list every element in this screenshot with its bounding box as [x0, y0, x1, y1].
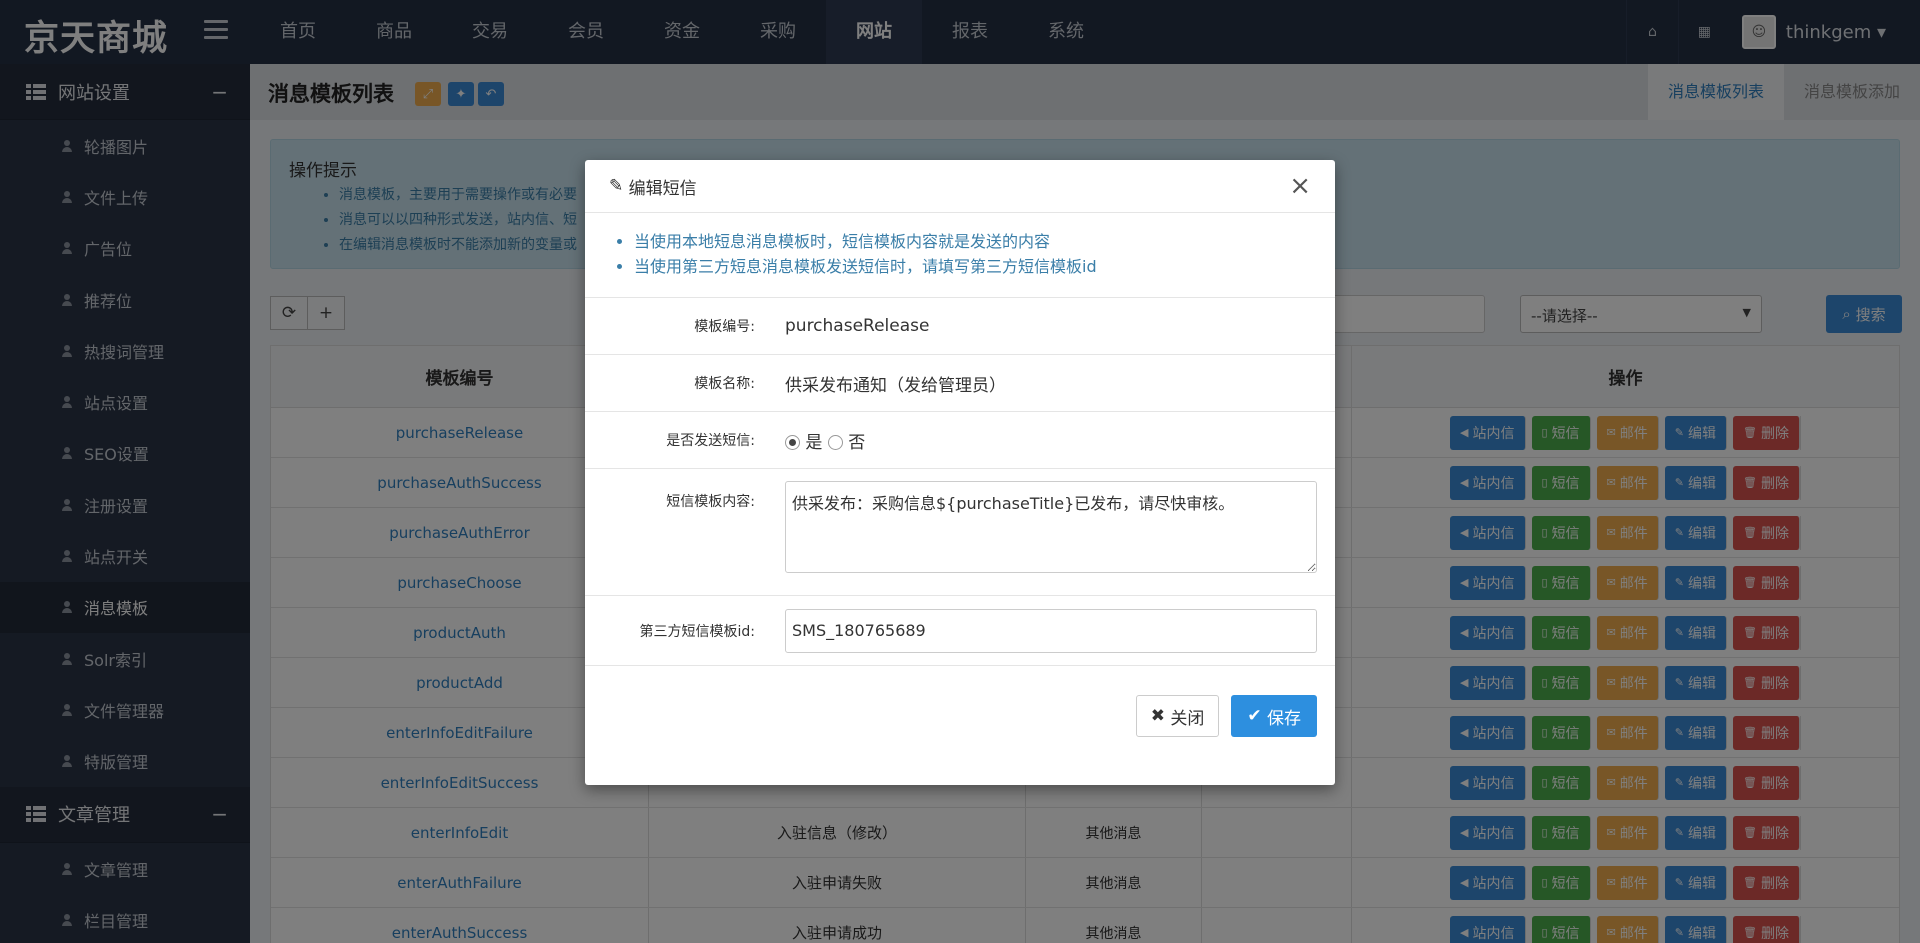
label-third-id: 第三方短信模板id:: [639, 623, 756, 640]
label-template-name: 模板名称:: [694, 376, 755, 392]
row-sms-content: 短信模板内容:: [585, 469, 1335, 596]
value-template-code: purchaseRelease: [785, 316, 930, 336]
sms-content-textarea[interactable]: [785, 481, 1317, 573]
send-sms-options: 是 否: [785, 428, 1335, 453]
close-button-label: 关闭: [1170, 708, 1205, 729]
save-button-label: 保存: [1267, 708, 1301, 729]
check-icon: ✔: [1247, 706, 1267, 726]
row-template-name: 模板名称: 供采发布通知（发给管理员）: [585, 355, 1335, 412]
save-button[interactable]: ✔ 保存: [1231, 695, 1317, 737]
note-item: 当使用第三方短息消息模板发送短信时，请填写第三方短信模板id: [634, 254, 1335, 279]
row-send-sms: 是否发送短信: 是 否: [585, 412, 1335, 469]
close-icon[interactable]: ×: [1289, 171, 1311, 201]
x-icon: ✖: [1150, 706, 1171, 726]
row-template-code: 模板编号: purchaseRelease: [585, 298, 1335, 355]
value-template-name: 供采发布通知（发给管理员）: [785, 375, 1006, 396]
close-button[interactable]: ✖ 关闭: [1135, 695, 1220, 737]
radio-no-label: 否: [848, 432, 866, 453]
third-id-wrap: [785, 608, 1335, 653]
modal-notes: 当使用本地短息消息模板时，短信模板内容就是发送的内容 当使用第三方短息消息模板发…: [585, 213, 1335, 298]
row-third-id: 第三方短信模板id:: [585, 596, 1335, 666]
sms-content-wrap: [785, 481, 1335, 595]
modal-footer: ✖ 关闭 ✔ 保存: [1135, 695, 1317, 737]
modal-header: ✎ 编辑短信 ×: [585, 160, 1335, 213]
edit-sms-modal: ✎ 编辑短信 × 当使用本地短息消息模板时，短信模板内容就是发送的内容 当使用第…: [585, 160, 1335, 785]
edit-icon: ✎: [609, 176, 629, 196]
label-template-code: 模板编号:: [694, 319, 755, 335]
modal-title: 编辑短信: [628, 178, 697, 199]
third-id-input[interactable]: [785, 608, 1317, 653]
note-item: 当使用本地短息消息模板时，短信模板内容就是发送的内容: [634, 229, 1335, 254]
radio-yes-label: 是: [805, 432, 823, 453]
radio-no[interactable]: [827, 435, 843, 450]
label-send-sms: 是否发送短信:: [666, 433, 755, 449]
radio-yes[interactable]: [785, 435, 800, 450]
label-sms-content: 短信模板内容:: [666, 494, 755, 510]
